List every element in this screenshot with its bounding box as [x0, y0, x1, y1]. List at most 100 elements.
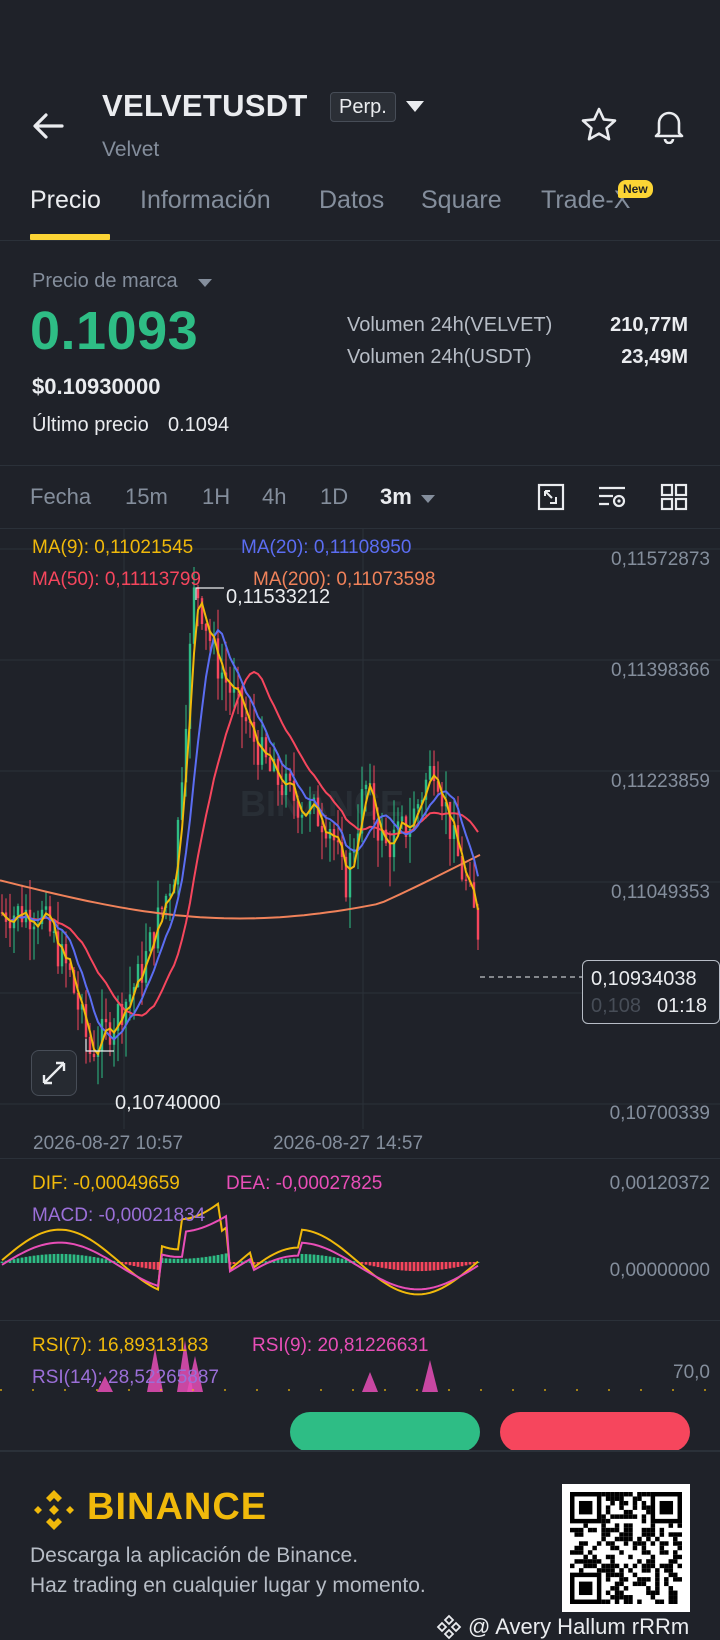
- layout-grid-button[interactable]: [659, 482, 689, 517]
- timeframe-dropdown[interactable]: [420, 492, 436, 510]
- macd-bar: [440, 1262, 444, 1270]
- current-price-box[interactable]: 0,10934038 0,108 01:18: [582, 960, 720, 1024]
- sell-button[interactable]: [500, 1412, 690, 1452]
- tab-square[interactable]: Square: [421, 186, 502, 215]
- qr-module: [610, 1527, 615, 1533]
- chart-mode-button[interactable]: [536, 482, 566, 517]
- timeframe-15m[interactable]: 15m: [125, 484, 168, 510]
- tab-precio[interactable]: Precio: [30, 186, 101, 215]
- download-qr-code[interactable]: [562, 1484, 690, 1612]
- qr-module: [632, 1500, 638, 1506]
- qr-module: [610, 1554, 615, 1560]
- qr-module: [664, 1568, 669, 1573]
- price-chart[interactable]: BINANCE: [0, 529, 720, 1129]
- macd-bar: [148, 1262, 152, 1269]
- macd-bar: [416, 1262, 420, 1272]
- candle-body: [204, 623, 208, 631]
- candle-body: [108, 1022, 112, 1045]
- time-tick: 2026-08-27 14:57: [273, 1133, 424, 1154]
- qr-module: [646, 1536, 651, 1542]
- qr-module: [668, 1568, 674, 1573]
- macd-bar: [464, 1262, 468, 1266]
- timeframe-1d[interactable]: 1D: [320, 484, 348, 510]
- qr-module: [673, 1599, 678, 1604]
- qr-module: [587, 1550, 593, 1555]
- ma50-legend: MA(50): 0,11113799: [32, 569, 201, 590]
- qr-module: [601, 1514, 606, 1519]
- candle-body: [400, 816, 404, 822]
- price-tick: 0,11049353: [611, 882, 710, 903]
- qr-module: [628, 1536, 633, 1542]
- macd-bar: [424, 1262, 428, 1271]
- buy-button[interactable]: [290, 1412, 480, 1452]
- qr-module: [641, 1577, 647, 1582]
- qr-module: [641, 1532, 647, 1537]
- symbol-dropdown-button[interactable]: [404, 98, 426, 119]
- favorite-button[interactable]: [580, 106, 618, 149]
- indicator-settings-button[interactable]: [596, 482, 628, 517]
- macd-bar: [400, 1262, 404, 1271]
- qr-module: [610, 1595, 615, 1600]
- back-button[interactable]: [28, 106, 68, 146]
- qr-module: [623, 1492, 629, 1497]
- qr-module: [605, 1554, 611, 1560]
- qr-module: [628, 1595, 633, 1600]
- qr-module: [673, 1541, 678, 1546]
- ma50-line: [1, 670, 479, 1017]
- qr-module: [623, 1514, 629, 1519]
- qr-module: [646, 1563, 651, 1569]
- qr-module: [596, 1568, 602, 1573]
- mark-price-label[interactable]: Precio de marca: [32, 270, 178, 293]
- ma200-line: [0, 854, 481, 920]
- qr-module: [673, 1577, 678, 1582]
- qr-module: [646, 1550, 651, 1555]
- candle-body: [416, 804, 420, 809]
- mark-price: 0.1093: [30, 301, 199, 361]
- candle-body: [260, 737, 264, 765]
- timeframe-fecha[interactable]: Fecha: [30, 484, 91, 510]
- timeframe-1h[interactable]: 1H: [202, 484, 230, 510]
- macd-bar: [104, 1259, 108, 1263]
- qr-module: [668, 1586, 674, 1591]
- qr-module: [592, 1559, 597, 1564]
- qr-module: [605, 1563, 611, 1569]
- qr-module: [646, 1590, 651, 1596]
- caret-down-icon: [421, 495, 435, 503]
- qr-module: [578, 1532, 584, 1537]
- qr-module: [659, 1545, 665, 1551]
- qr-module: [592, 1563, 597, 1569]
- qr-module: [605, 1492, 611, 1497]
- qr-module: [605, 1577, 611, 1582]
- arrow-left-icon: [33, 113, 64, 139]
- candle-body: [464, 879, 468, 882]
- tab-trade-x[interactable]: Trade-X: [541, 186, 630, 215]
- timeframe-selected[interactable]: 3m: [380, 484, 412, 510]
- candle-body: [92, 1053, 96, 1058]
- qr-module: [623, 1509, 629, 1515]
- qr-module: [614, 1545, 620, 1551]
- tab-datos[interactable]: Datos: [319, 186, 384, 215]
- notification-button[interactable]: [650, 106, 688, 149]
- fullscreen-button[interactable]: [31, 1050, 77, 1096]
- qr-module: [619, 1595, 624, 1600]
- qr-module: [583, 1563, 588, 1569]
- macd-bar: [24, 1256, 28, 1263]
- candle-body: [320, 825, 324, 833]
- mark-price-dropdown[interactable]: [197, 276, 213, 294]
- tab-informacion[interactable]: Información: [140, 186, 271, 215]
- qr-module: [628, 1492, 633, 1497]
- qr-finder: [659, 1500, 674, 1515]
- qr-module: [587, 1559, 593, 1564]
- star-icon: [581, 107, 617, 141]
- qr-module: [632, 1563, 638, 1569]
- macd-bar: [340, 1258, 344, 1263]
- qr-module: [610, 1563, 615, 1569]
- symbol-title[interactable]: VELVETUSDT: [102, 88, 308, 124]
- timeframe-4h[interactable]: 4h: [262, 484, 286, 510]
- macd-bar: [404, 1262, 408, 1271]
- qr-module: [632, 1572, 638, 1578]
- candle-countdown: 01:18: [656, 995, 707, 1017]
- candle-body: [300, 814, 304, 818]
- caret-down-icon: [406, 101, 424, 112]
- macd-bar: [320, 1255, 324, 1263]
